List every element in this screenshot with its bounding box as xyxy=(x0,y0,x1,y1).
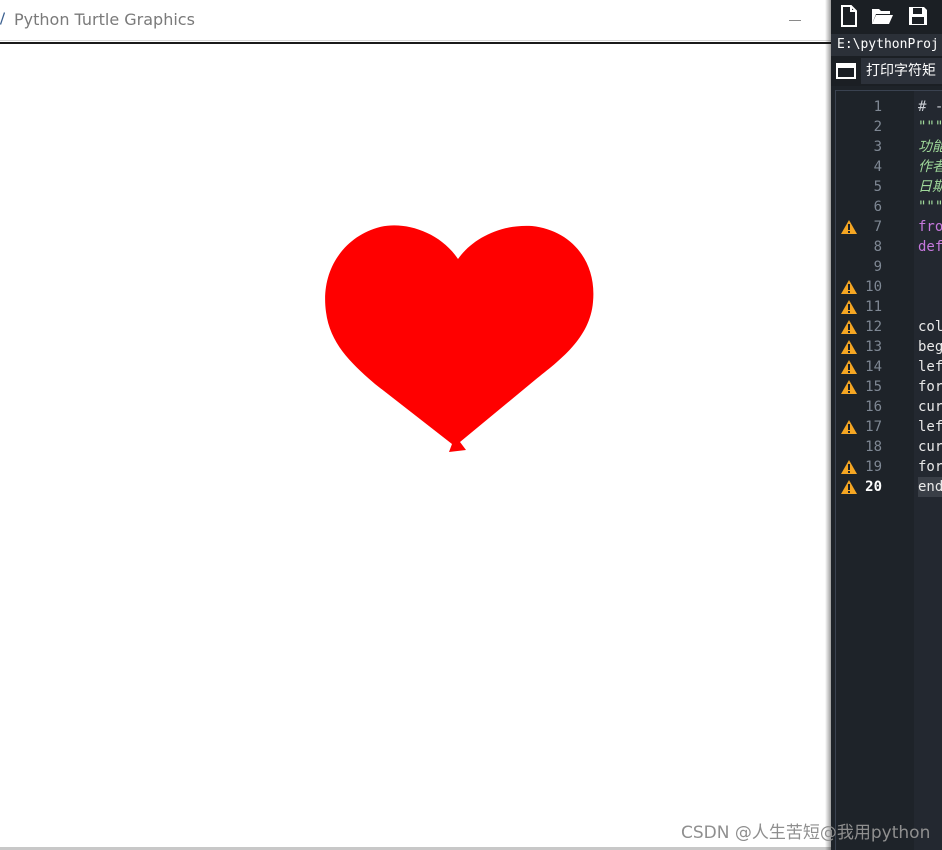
code-line[interactable]: 7 fro xyxy=(836,217,942,237)
line-number: 14 xyxy=(865,359,882,375)
code-text: beg xyxy=(918,339,942,355)
code-line[interactable]: 18 cur xyxy=(836,437,942,457)
editor-tabbar: 打印字符矩 xyxy=(831,56,942,86)
code-line[interactable]: 17 lef xyxy=(836,417,942,437)
line-number: 9 xyxy=(873,259,882,275)
code-line[interactable]: 16 cur xyxy=(836,397,942,417)
turtle-window: Python Turtle Graphics xyxy=(0,0,831,850)
line-number: 12 xyxy=(865,319,882,335)
code-text: fro xyxy=(918,219,942,235)
code-line[interactable]: 10 xyxy=(836,277,942,297)
turtle-app-icon xyxy=(0,12,5,25)
line-number: 11 xyxy=(865,299,882,315)
code-line[interactable]: 19 for xyxy=(836,457,942,477)
code-line[interactable]: 5 日期 xyxy=(836,177,942,197)
code-editor[interactable]: 1# -2"""3功能4作者5日期6"""7fro8def9101112col1… xyxy=(835,90,942,850)
code-text: cur xyxy=(918,399,942,415)
code-line[interactable]: 4 作者 xyxy=(836,157,942,177)
line-number: 18 xyxy=(865,439,882,455)
code-text: col xyxy=(918,319,942,335)
browse-folder-icon[interactable] xyxy=(835,61,857,81)
line-number: 17 xyxy=(865,419,882,435)
editor-window: E:\pythonProj 打印字符矩 1 # - 2 """ 3 功能 4 作者 5 日期 6 ""… xyxy=(831,0,942,850)
code-line[interactable]: 20 end xyxy=(836,477,942,497)
heart-drawing xyxy=(325,225,594,452)
code-line[interactable]: 12 col xyxy=(836,317,942,337)
line-number: 16 xyxy=(865,399,882,415)
code-text: # - xyxy=(918,99,942,115)
code-line[interactable]: 6 """ xyxy=(836,197,942,217)
file-path: E:\pythonProj xyxy=(831,34,942,56)
line-number: 19 xyxy=(865,459,882,475)
code-text: 作者 xyxy=(918,159,942,175)
code-line[interactable]: 8 def xyxy=(836,237,942,257)
window-title: Python Turtle Graphics xyxy=(14,10,195,29)
open-folder-icon[interactable] xyxy=(870,4,894,28)
line-number: 5 xyxy=(873,179,882,195)
minimize-button[interactable] xyxy=(780,6,810,34)
code-text: """ xyxy=(918,119,942,135)
code-line[interactable]: 15 for xyxy=(836,377,942,397)
code-text: lef xyxy=(918,419,942,435)
code-text: lef xyxy=(918,359,942,375)
line-number: 13 xyxy=(865,339,882,355)
code-text: 功能 xyxy=(918,139,942,155)
save-icon[interactable] xyxy=(906,4,930,28)
line-number: 15 xyxy=(865,379,882,395)
code-text: for xyxy=(918,459,942,475)
turtle-titlebar[interactable]: Python Turtle Graphics xyxy=(0,0,831,41)
line-number: 8 xyxy=(873,239,882,255)
heart-shape xyxy=(325,225,594,452)
line-number: 1 xyxy=(873,99,882,115)
editor-toolbar xyxy=(831,0,942,34)
code-text: """ xyxy=(918,199,942,215)
tab-file[interactable]: 打印字符矩 xyxy=(861,58,942,84)
watermark: CSDN @人生苦短@我用python xyxy=(681,823,931,843)
code-line[interactable]: 9 xyxy=(836,257,942,277)
line-number: 10 xyxy=(865,279,882,295)
code-line[interactable]: 11 xyxy=(836,297,942,317)
new-file-icon[interactable] xyxy=(837,4,861,28)
code-text: end xyxy=(918,477,942,497)
code-line[interactable]: 1 # - xyxy=(836,97,942,117)
line-number: 6 xyxy=(873,199,882,215)
line-number: 20 xyxy=(865,479,882,495)
line-number: 4 xyxy=(873,159,882,175)
code-line[interactable]: 3 功能 xyxy=(836,137,942,157)
code-line[interactable]: 2 """ xyxy=(836,117,942,137)
code-text: 日期 xyxy=(918,179,942,195)
code-text: for xyxy=(918,379,942,395)
line-number: 7 xyxy=(873,219,882,235)
turtle-canvas[interactable] xyxy=(0,44,831,850)
code-text: cur xyxy=(918,439,942,455)
code-line[interactable]: 14 lef xyxy=(836,357,942,377)
line-number: 2 xyxy=(873,119,882,135)
code-line[interactable]: 13 beg xyxy=(836,337,942,357)
code-text: def xyxy=(918,239,942,255)
line-number: 3 xyxy=(873,139,882,155)
